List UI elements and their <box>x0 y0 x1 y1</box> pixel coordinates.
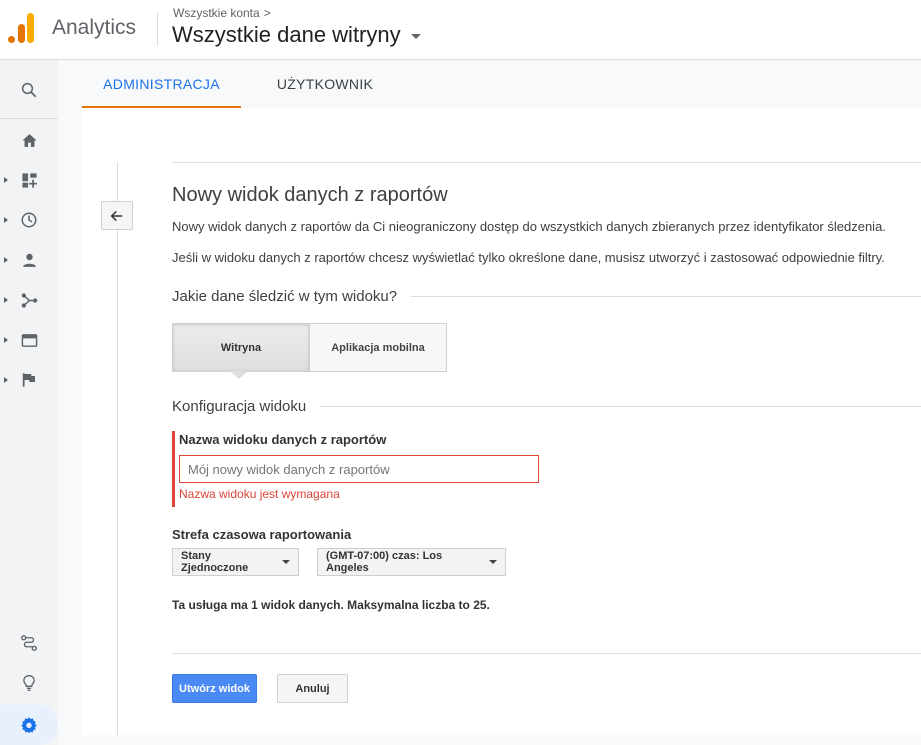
section-divider <box>411 296 921 297</box>
panel-vertical-divider <box>117 162 118 735</box>
timezone-country-select[interactable]: Stany Zjednoczone <box>172 548 299 576</box>
analytics-logo-icon[interactable] <box>8 13 34 43</box>
expand-arrow-icon <box>4 377 8 383</box>
view-name-label: Nazwa widoku danych z raportów <box>179 432 387 447</box>
track-section-header: Jakie dane śledzić w tym widoku? <box>172 288 921 305</box>
property-name[interactable]: Wszystkie dane witryny <box>172 22 401 47</box>
view-name-input[interactable] <box>179 455 539 483</box>
nav-discover[interactable] <box>0 665 58 701</box>
timezone-zone-value: (GMT-07:00) czas: Los Angeles <box>326 550 443 574</box>
attribution-icon <box>21 635 37 651</box>
search-button[interactable] <box>0 72 58 108</box>
search-icon <box>21 82 37 98</box>
nav-conversions[interactable] <box>0 362 58 398</box>
rail-divider <box>0 118 58 119</box>
section-divider <box>320 406 921 407</box>
view-name-error: Nazwa widoku jest wymagana <box>179 487 340 501</box>
top-header: Analytics Wszystkie konta > Wszystkie dan… <box>0 0 921 60</box>
acquisition-icon <box>21 292 37 308</box>
tab-uzytkownik[interactable]: UŻYTKOWNIK <box>241 60 409 108</box>
home-icon <box>21 133 37 147</box>
page-title: Nowy widok danych z raportów <box>172 184 448 206</box>
audience-person-icon <box>22 253 36 267</box>
toggle-mobile-app[interactable]: Aplikacja mobilna <box>309 323 447 372</box>
app-name: Analytics <box>52 16 137 39</box>
timezone-country-value: Stany Zjednoczone <box>181 550 249 574</box>
nav-attribution[interactable] <box>0 625 58 661</box>
realtime-clock-icon <box>21 212 37 228</box>
breadcrumb-label[interactable]: Wszystkie konta <box>173 6 260 20</box>
discover-lightbulb-icon <box>23 674 35 691</box>
form-bottom-divider <box>172 653 921 654</box>
arrow-back-icon <box>110 210 123 221</box>
expand-arrow-icon <box>4 257 8 263</box>
toggle-website[interactable]: Witryna <box>172 323 310 372</box>
nav-customization[interactable] <box>0 162 58 198</box>
views-limit-note: Ta usługa ma 1 widok danych. Maksymalna … <box>172 598 490 612</box>
caret-down-icon <box>282 560 290 564</box>
expand-arrow-icon <box>4 217 8 223</box>
admin-gear-icon <box>21 717 37 734</box>
caret-down-icon <box>489 560 497 564</box>
customization-icon <box>21 172 37 188</box>
left-nav-rail <box>0 60 58 745</box>
breadcrumb[interactable]: Wszystkie konta > <box>173 6 271 20</box>
config-section-header: Konfiguracja widoku <box>172 398 921 415</box>
nav-audience[interactable] <box>0 242 58 278</box>
error-indicator-bar <box>172 431 175 507</box>
caret-down-icon <box>410 33 421 39</box>
nav-home[interactable] <box>0 122 58 158</box>
back-button[interactable] <box>101 201 133 230</box>
config-title: Konfiguracja widoku <box>172 398 307 415</box>
description-2: Jeśli w widoku danych z raportów chcesz … <box>172 250 885 265</box>
conversions-flag-icon <box>22 373 35 387</box>
timezone-label: Strefa czasowa raportowania <box>172 527 352 542</box>
expand-arrow-icon <box>4 337 8 343</box>
create-view-button[interactable]: Utwórz widok <box>172 674 257 703</box>
expand-arrow-icon <box>4 297 8 303</box>
selected-pointer <box>230 371 248 379</box>
description-1: Nowy widok danych z raportów da Ci nieog… <box>172 219 886 234</box>
tab-administracja[interactable]: ADMINISTRACJA <box>82 60 241 108</box>
track-question: Jakie dane śledzić w tym widoku? <box>172 288 398 305</box>
form-top-divider <box>172 162 921 163</box>
cancel-button[interactable]: Anuluj <box>277 674 348 703</box>
chevron-right-icon: > <box>263 6 271 20</box>
nav-realtime[interactable] <box>0 202 58 238</box>
admin-tabbar: ADMINISTRACJA UŻYTKOWNIK <box>58 60 921 108</box>
behavior-icon <box>21 333 37 347</box>
property-selector[interactable]: Wszystkie dane witryny <box>172 22 421 48</box>
expand-arrow-icon <box>4 177 8 183</box>
nav-admin[interactable] <box>0 707 58 743</box>
timezone-zone-select[interactable]: (GMT-07:00) czas: Los Angeles <box>317 548 506 576</box>
nav-acquisition[interactable] <box>0 282 58 318</box>
nav-behavior[interactable] <box>0 322 58 358</box>
header-divider <box>157 12 158 46</box>
